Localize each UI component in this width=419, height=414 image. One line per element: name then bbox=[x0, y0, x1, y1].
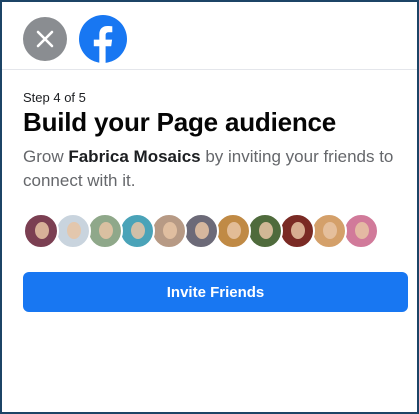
dialog-body: Step 4 of 5 Build your Page audience Gro… bbox=[23, 90, 403, 193]
friend-avatar bbox=[151, 213, 187, 249]
friend-avatar bbox=[247, 213, 283, 249]
avatar-face bbox=[99, 222, 113, 239]
friend-avatar bbox=[343, 213, 379, 249]
avatar-face bbox=[291, 222, 305, 239]
avatar-face bbox=[227, 222, 241, 239]
avatar-face bbox=[35, 222, 49, 239]
friend-avatar bbox=[279, 213, 315, 249]
page-title: Build your Page audience bbox=[23, 107, 337, 137]
description: Grow Fabrica Mosaics by inviting your fr… bbox=[23, 145, 403, 193]
description-prefix: Grow bbox=[23, 147, 69, 166]
friend-avatar bbox=[55, 213, 91, 249]
close-button[interactable] bbox=[23, 17, 67, 61]
friend-avatar bbox=[311, 213, 347, 249]
invite-dialog: Step 4 of 5 Build your Page audience Gro… bbox=[0, 0, 419, 414]
invite-friends-button[interactable]: Invite Friends bbox=[23, 272, 408, 312]
avatar-face bbox=[163, 222, 177, 239]
friend-avatar bbox=[87, 213, 123, 249]
avatar-face bbox=[355, 222, 369, 239]
avatar-face bbox=[131, 222, 145, 239]
avatar-face bbox=[259, 222, 273, 239]
avatar-face bbox=[323, 222, 337, 239]
step-indicator: Step 4 of 5 bbox=[23, 90, 86, 105]
friend-avatar bbox=[183, 213, 219, 249]
avatar-face bbox=[195, 222, 209, 239]
friend-avatars bbox=[23, 213, 379, 249]
friend-avatar bbox=[119, 213, 155, 249]
facebook-logo-icon bbox=[79, 15, 127, 63]
close-icon bbox=[36, 30, 54, 48]
friend-avatar bbox=[215, 213, 251, 249]
avatar-face bbox=[67, 222, 81, 239]
dialog-header bbox=[2, 2, 417, 70]
friend-avatar bbox=[23, 213, 59, 249]
page-name: Fabrica Mosaics bbox=[68, 147, 201, 166]
